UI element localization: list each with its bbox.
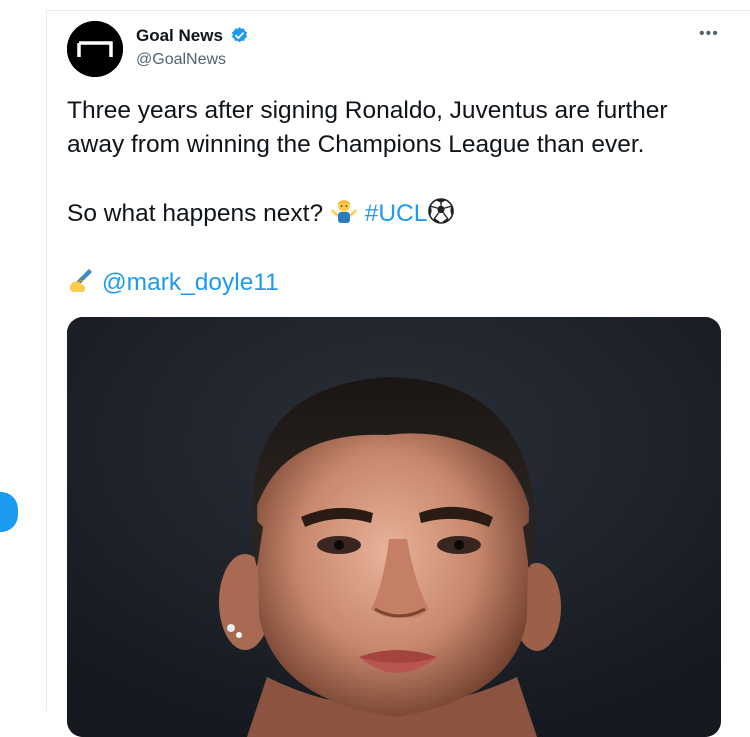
mention-link[interactable]: @mark_doyle11 — [102, 269, 279, 296]
verified-badge-icon — [231, 27, 248, 43]
tweet-media-photo[interactable] — [67, 317, 721, 737]
hashtag-link[interactable]: #UCL — [365, 200, 428, 227]
tweet-text-line: Three years after signing Ronaldo, Juven… — [67, 97, 668, 124]
goal-logo-icon — [67, 21, 123, 77]
player-photo — [67, 317, 721, 737]
author-avatar[interactable] — [67, 21, 123, 77]
author-handle[interactable]: @GoalNews — [136, 50, 226, 70]
person-shrugging-emoji — [330, 200, 357, 223]
author-display-name[interactable]: Goal News — [136, 26, 223, 46]
soccer-ball-emoji — [428, 198, 455, 224]
compose-tweet-button[interactable] — [0, 492, 18, 532]
tweet-credit-line: @mark_doyle11 — [67, 266, 279, 300]
tweet-text-line: So what happens next? #UCL — [67, 197, 455, 231]
more-options-icon[interactable]: ••• — [699, 25, 721, 43]
tweet-card: Goal News @GoalNews ••• Three years afte… — [46, 10, 750, 737]
writing-hand-emoji — [69, 269, 92, 292]
tweet-question: So what happens next? — [67, 200, 324, 227]
left-sidebar — [0, 0, 46, 695]
tweet-text-line: away from winning the Champions League t… — [67, 131, 645, 158]
